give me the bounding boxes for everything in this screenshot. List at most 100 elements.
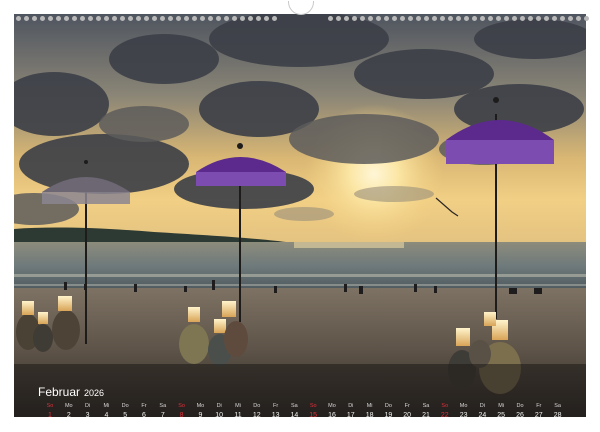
day-number: 19 xyxy=(384,412,393,417)
weekday-label: Fr xyxy=(536,403,542,409)
binding-hole-icon xyxy=(16,16,21,21)
day-number: 21 xyxy=(422,412,430,417)
weekday-label: Do xyxy=(384,403,392,409)
calendar-day-cell: Fr 27 xyxy=(529,402,549,417)
day-number: 1 xyxy=(48,412,52,417)
calendar-day-cell: So 1 xyxy=(40,402,60,417)
binding-hole-icon xyxy=(576,16,581,21)
binding-hole-icon xyxy=(512,16,517,21)
day-number: 28 xyxy=(553,412,562,417)
day-number: 13 xyxy=(271,412,280,417)
weekday-label: Di xyxy=(348,403,354,409)
binding-hole-icon xyxy=(528,16,533,21)
binding-hole-icon xyxy=(480,16,485,21)
calendar-day-cell: Di 17 xyxy=(341,402,361,417)
day-number: 20 xyxy=(403,412,412,417)
day-number: 12 xyxy=(252,412,261,417)
calendar-day-cell: Mo 23 xyxy=(454,402,474,417)
calendar-day-cell: Mi 11 xyxy=(228,402,248,417)
month-label: Februar xyxy=(38,385,81,399)
binding-hole-icon xyxy=(208,16,213,21)
calendar-day-cell: So 15 xyxy=(303,402,323,417)
calendar-day-cell: Mo 9 xyxy=(190,402,210,417)
binding-hole-icon xyxy=(440,16,445,21)
weekday-label: Di xyxy=(216,403,222,409)
binding-hole-icon xyxy=(520,16,525,21)
calendar-day-cell: Sa 7 xyxy=(153,402,173,417)
weekday-label: Mo xyxy=(459,403,468,409)
binding-hole-icon xyxy=(344,16,349,21)
binding-hole-icon xyxy=(544,16,549,21)
day-number: 26 xyxy=(516,412,524,417)
weekday-label: Fr xyxy=(404,403,410,409)
day-number: 17 xyxy=(346,412,355,417)
binding-hole-icon xyxy=(408,16,413,21)
day-number: 16 xyxy=(328,412,336,417)
weekday-label: Fr xyxy=(141,403,147,409)
weekday-label: Sa xyxy=(291,403,298,409)
binding-hole-icon xyxy=(184,16,189,21)
day-number: 18 xyxy=(365,412,374,417)
binding-hole-icon xyxy=(376,16,381,21)
weekday-label: Di xyxy=(84,403,91,409)
calendar-day-cell: Sa 21 xyxy=(416,402,436,417)
weekday-label: Do xyxy=(121,403,129,409)
binding-hole-icon xyxy=(432,16,437,21)
binding-hole-icon xyxy=(224,16,229,21)
binding-hole-icon xyxy=(88,16,93,21)
day-number: 24 xyxy=(478,412,487,417)
day-number: 9 xyxy=(198,412,203,417)
binding-hole-icon xyxy=(504,16,509,21)
weekday-label: Mo xyxy=(196,403,205,409)
calendar-day-cell: Sa 14 xyxy=(284,402,304,417)
binding-hole-icon xyxy=(560,16,565,21)
calendar-day-cell: Mi 4 xyxy=(96,402,116,417)
binding-hole-icon xyxy=(64,16,69,21)
binding-hole-icon xyxy=(112,16,117,21)
binding-hole-icon xyxy=(104,16,109,21)
binding-hole-icon xyxy=(176,16,181,21)
binding-hole-icon xyxy=(136,16,141,21)
calendar-day-cell: Sa 28 xyxy=(548,402,568,417)
binding-hole-icon xyxy=(248,16,253,21)
day-number: 23 xyxy=(459,412,468,417)
binding-hole-icon xyxy=(32,16,37,21)
binding-hole-icon xyxy=(96,16,101,21)
binding-hole-icon xyxy=(152,16,157,21)
day-number: 8 xyxy=(179,412,184,417)
day-number: 14 xyxy=(290,412,299,417)
weekday-label: Mi xyxy=(366,403,373,409)
year-label: 2026 xyxy=(84,388,105,398)
binding-hole-icon xyxy=(496,16,501,21)
calendar-day-cell: So 8 xyxy=(172,402,192,417)
binding-hole-icon xyxy=(80,16,85,21)
binding-hole-icon xyxy=(328,16,333,21)
binding-hole-icon xyxy=(472,16,477,21)
calendar-month-title: Februar 2026 xyxy=(38,385,104,399)
weekday-label: Fr xyxy=(272,403,279,409)
binding-hole-icon xyxy=(168,16,173,21)
binding-hole-icon xyxy=(48,16,53,21)
weekday-label: Mi xyxy=(498,403,505,409)
calendar-day-cell: Mo 16 xyxy=(322,402,342,417)
binding-hole-icon xyxy=(536,16,541,21)
binding-hole-icon xyxy=(120,16,125,21)
day-number: 4 xyxy=(104,412,109,417)
binding-hole-icon xyxy=(584,16,589,21)
calendar-day-cell: Di 24 xyxy=(472,402,492,417)
calendar-page: Februar 2026 So 1 Mo 2 Di 3 Mi 4 Do 5 Fr 6 Sa 7 So 8 Mo 9 D… xyxy=(0,0,600,432)
day-number: 2 xyxy=(66,412,71,417)
beach-sunset-photo: Februar 2026 So 1 Mo 2 Di 3 Mi 4 Do 5 Fr 6 Sa 7 So 8 Mo 9 D… xyxy=(14,14,586,417)
binding-hole-icon xyxy=(72,16,77,21)
binding-hole-icon xyxy=(360,16,365,21)
binding-hole-icon xyxy=(552,16,557,21)
day-number: 5 xyxy=(123,412,128,417)
day-number: 11 xyxy=(234,412,242,417)
binding-hole-icon xyxy=(256,16,261,21)
day-number: 22 xyxy=(440,412,449,417)
weekday-label: Sa xyxy=(422,403,430,409)
binding-hole-icon xyxy=(456,16,461,21)
binding-hole-icon xyxy=(56,16,61,21)
day-number: 3 xyxy=(85,412,90,417)
day-number: 10 xyxy=(215,412,224,417)
